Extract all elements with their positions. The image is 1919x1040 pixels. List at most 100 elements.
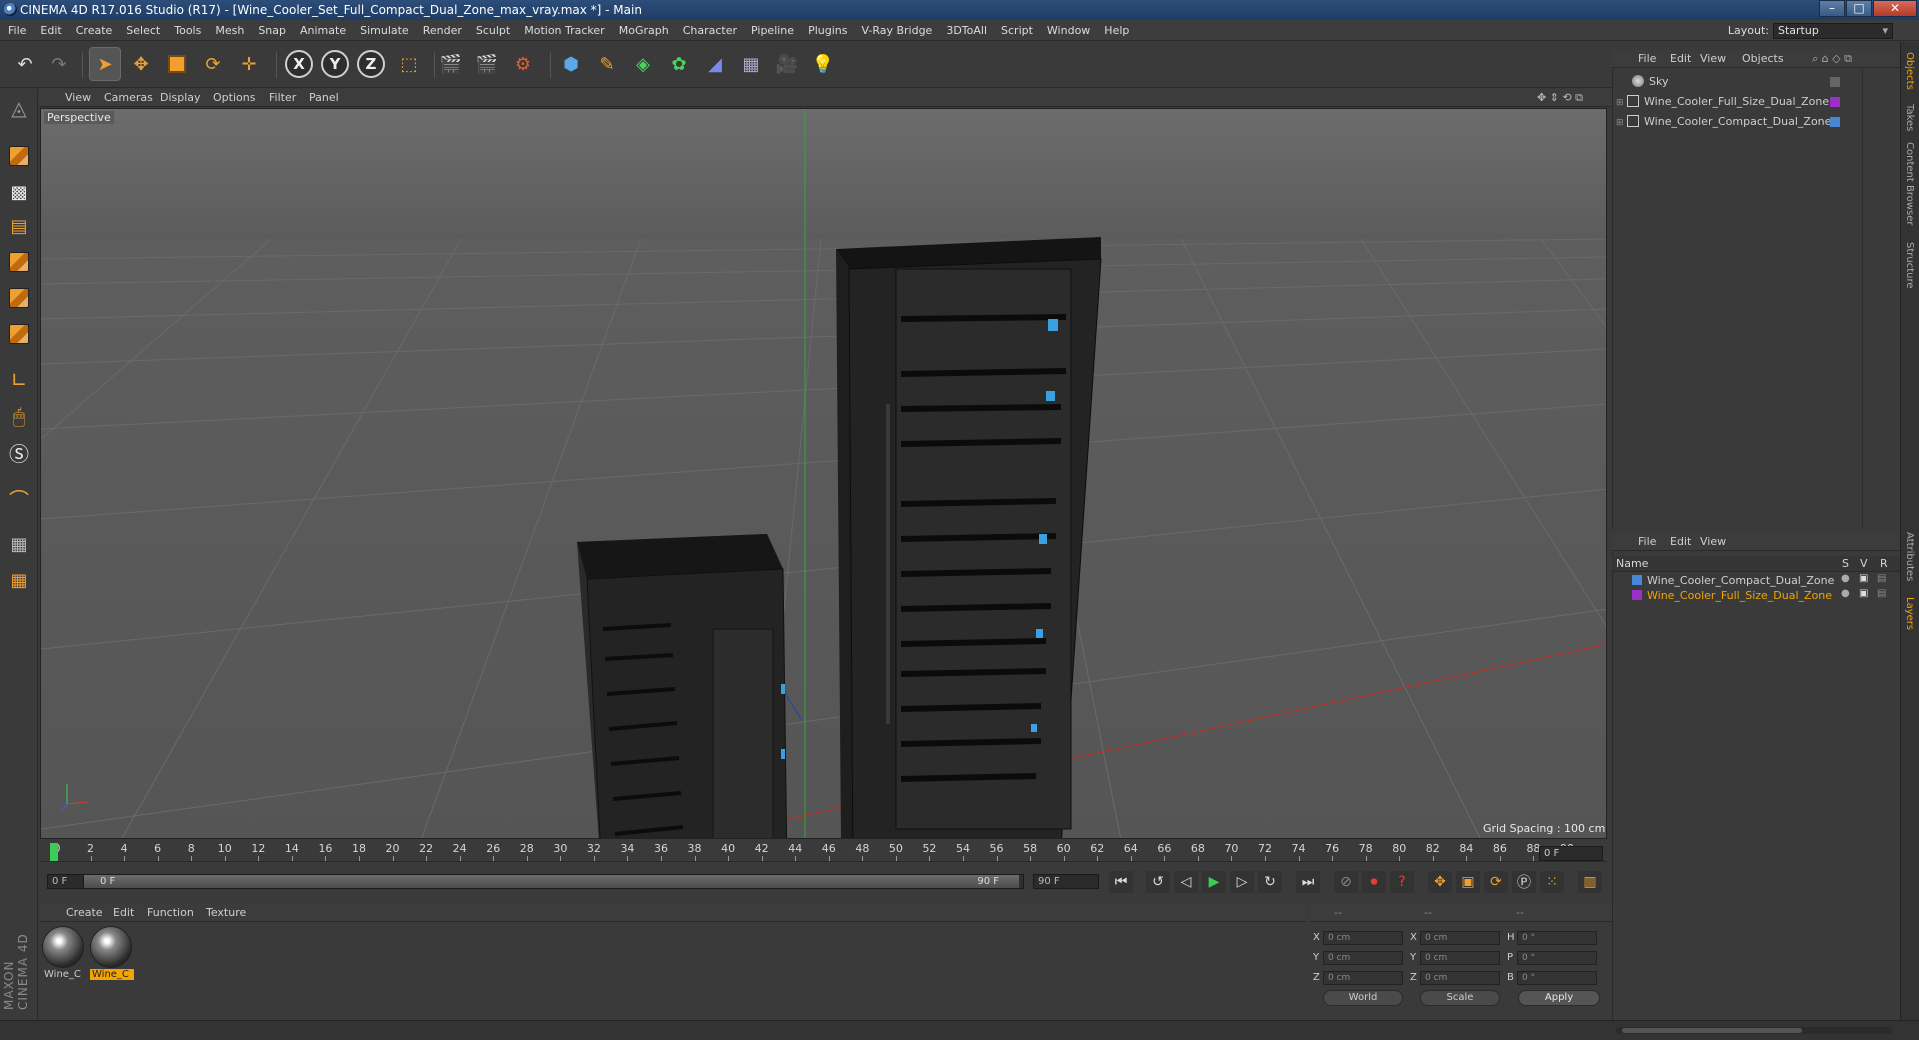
menu-simulate[interactable]: Simulate: [352, 20, 415, 41]
tab-layers[interactable]: Layers: [1904, 597, 1915, 630]
camera-icon[interactable]: 🎥: [772, 48, 802, 80]
subdivision-surface-icon[interactable]: ◈: [628, 48, 658, 80]
polygons-mode-icon[interactable]: [5, 319, 33, 349]
layer-color-chip[interactable]: [1632, 575, 1642, 585]
layer-solo-toggle[interactable]: ●: [1841, 588, 1850, 599]
timeline-ruler[interactable]: 0246810121416182022242628303234363840424…: [40, 840, 1607, 862]
maximize-button[interactable]: □: [1846, 0, 1872, 17]
layout-dropdown[interactable]: Startup: [1773, 23, 1893, 39]
menu-script[interactable]: Script: [993, 20, 1039, 41]
undo-icon[interactable]: ↶: [10, 48, 40, 80]
position-z-field[interactable]: 0 cm: [1323, 971, 1403, 985]
layer-menu-edit[interactable]: Edit: [1670, 533, 1691, 551]
end-frame-field[interactable]: 90 F: [1033, 874, 1099, 889]
snap-icon[interactable]: Ⓢ: [5, 437, 33, 467]
rotation-b-field[interactable]: 0 °: [1517, 971, 1597, 985]
apply-button[interactable]: Apply: [1518, 990, 1600, 1006]
close-button[interactable]: ✕: [1873, 0, 1917, 17]
tab-attributes[interactable]: Attributes: [1904, 532, 1915, 581]
expand-icon[interactable]: ⊞: [1616, 118, 1624, 128]
go-to-start-icon[interactable]: ⏮: [1109, 871, 1133, 893]
layer-visible-toggle[interactable]: ▣: [1859, 588, 1868, 599]
key-position-icon[interactable]: ✥: [1428, 871, 1452, 893]
previous-frame-icon[interactable]: ◁: [1174, 871, 1198, 893]
timeline-window-icon[interactable]: ▥: [1578, 871, 1602, 893]
axis-mode-icon[interactable]: ∟: [5, 365, 33, 395]
material-swatch-selected[interactable]: Wine_C: [90, 926, 134, 986]
material-menu-edit[interactable]: Edit: [113, 904, 134, 922]
tab-structure[interactable]: Structure: [1904, 242, 1915, 289]
playhead[interactable]: [50, 843, 58, 861]
tab-objects[interactable]: Objects: [1904, 52, 1915, 90]
object-menu-file[interactable]: File: [1638, 50, 1656, 68]
tab-takes[interactable]: Takes: [1904, 104, 1915, 131]
transform-tool-icon[interactable]: ✛: [234, 48, 264, 80]
viewport-menu-cameras[interactable]: Cameras: [104, 89, 153, 107]
edges-mode-icon[interactable]: [5, 283, 33, 313]
viewport-menu-panel[interactable]: Panel: [309, 89, 339, 107]
layer-render-toggle[interactable]: ▤: [1877, 573, 1886, 584]
3d-viewport[interactable]: [40, 108, 1607, 839]
menu-file[interactable]: File: [0, 20, 32, 41]
object-search-icon[interactable]: ⌕ ⌂ ◇ ⧉: [1812, 50, 1852, 68]
layer-visible-toggle[interactable]: ▣: [1859, 573, 1868, 584]
menu-sculpt[interactable]: Sculpt: [468, 20, 516, 41]
menu-create[interactable]: Create: [68, 20, 119, 41]
object-row-compact[interactable]: ⊞ Wine_Cooler_Compact_Dual_Zone: [1616, 114, 1866, 130]
pen-spline-icon[interactable]: ✎: [592, 48, 622, 80]
menu-edit[interactable]: Edit: [32, 20, 67, 41]
layer-color-chip[interactable]: [1830, 77, 1840, 87]
z-axis-lock-icon[interactable]: Z: [356, 48, 386, 80]
menu-tools[interactable]: Tools: [166, 20, 207, 41]
scale-x-field[interactable]: 0 cm: [1420, 931, 1500, 945]
previous-key-icon[interactable]: ↺: [1146, 871, 1170, 893]
object-menu-view[interactable]: View: [1700, 50, 1726, 68]
object-row-full-size[interactable]: ⊞ Wine_Cooler_Full_Size_Dual_Zone: [1616, 94, 1866, 110]
viewport-menu-options[interactable]: Options: [213, 89, 255, 107]
layer-row-full-size[interactable]: Wine_Cooler_Full_Size_Dual_Zone: [1632, 588, 1892, 603]
render-settings-icon[interactable]: ⚙: [508, 48, 538, 80]
layer-color-chip[interactable]: [1830, 97, 1840, 107]
key-pla-icon[interactable]: ⁙: [1540, 871, 1564, 893]
workplane-icon[interactable]: ▤: [5, 211, 33, 241]
menu-plugins[interactable]: Plugins: [800, 20, 853, 41]
cube-primitive-icon[interactable]: ⬢: [556, 48, 586, 80]
play-icon[interactable]: ▶: [1202, 871, 1226, 893]
menu-help[interactable]: Help: [1096, 20, 1135, 41]
rotation-h-field[interactable]: 0 °: [1517, 931, 1597, 945]
menu-character[interactable]: Character: [675, 20, 743, 41]
planar-workplane-icon[interactable]: ▦: [5, 565, 33, 595]
light-icon[interactable]: 💡: [808, 48, 838, 80]
autokey-icon[interactable]: ⏺: [1362, 871, 1386, 893]
viewport-menu-view[interactable]: View: [65, 89, 91, 107]
rotation-p-field[interactable]: 0 °: [1517, 951, 1597, 965]
menu-pipeline[interactable]: Pipeline: [743, 20, 800, 41]
record-keys-icon[interactable]: ⊘: [1334, 871, 1358, 893]
redo-icon[interactable]: ↷: [44, 48, 74, 80]
current-frame-field[interactable]: 0 F: [1539, 846, 1603, 861]
menu-select[interactable]: Select: [118, 20, 166, 41]
render-picture-viewer-icon[interactable]: 🎬: [472, 48, 502, 80]
move-tool-icon[interactable]: ✥: [126, 48, 156, 80]
scale-z-field[interactable]: 0 cm: [1420, 971, 1500, 985]
model-mode-icon[interactable]: [5, 141, 33, 171]
key-parameter-icon[interactable]: Ⓟ: [1512, 871, 1536, 893]
menu-render[interactable]: Render: [415, 20, 468, 41]
material-swatch[interactable]: Wine_C: [42, 926, 86, 986]
cloner-icon[interactable]: ✿: [664, 48, 694, 80]
keyframe-selection-icon[interactable]: ?: [1390, 871, 1414, 893]
key-rotation-icon[interactable]: ⟳: [1484, 871, 1508, 893]
next-frame-icon[interactable]: ▷: [1230, 871, 1254, 893]
menu-mesh[interactable]: Mesh: [207, 20, 250, 41]
menu-vray-bridge[interactable]: V-Ray Bridge: [853, 20, 938, 41]
render-view-icon[interactable]: 🎬: [436, 48, 466, 80]
layer-menu-file[interactable]: File: [1638, 533, 1656, 551]
material-menu-create[interactable]: Create: [66, 904, 103, 922]
menu-mograph[interactable]: MoGraph: [611, 20, 675, 41]
coordinate-system-icon[interactable]: ⬚: [394, 48, 424, 80]
material-menu-function[interactable]: Function: [147, 904, 194, 922]
menu-animate[interactable]: Animate: [292, 20, 352, 41]
y-axis-lock-icon[interactable]: Y: [320, 48, 350, 80]
scale-tool-icon[interactable]: [162, 48, 192, 80]
rotate-tool-icon[interactable]: ⟳: [198, 48, 228, 80]
